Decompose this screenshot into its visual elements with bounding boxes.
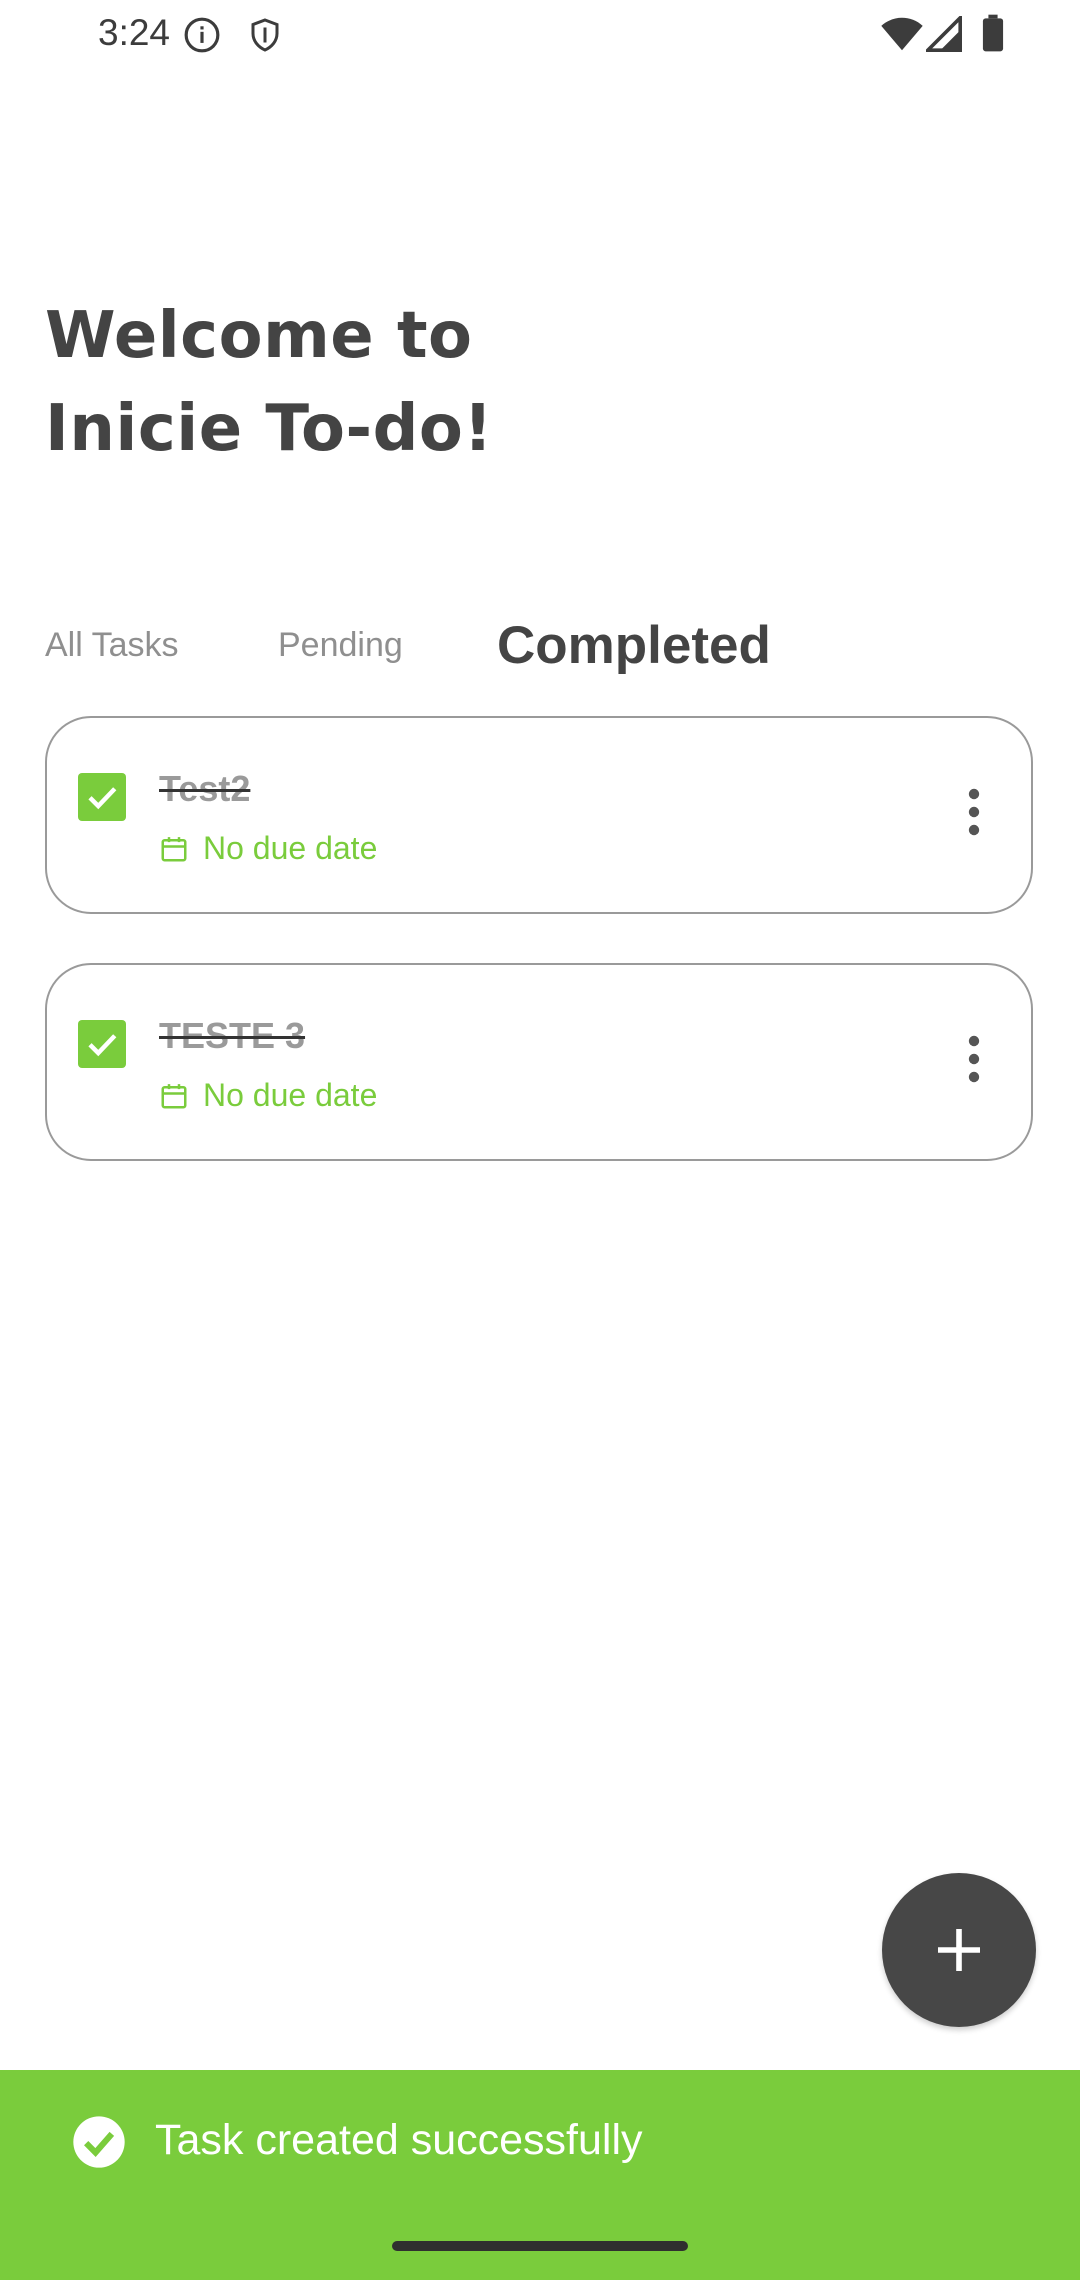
task-title: TESTE 3 bbox=[159, 1015, 306, 1056]
page-title: Welcome to Inicie To-do! bbox=[45, 290, 493, 476]
shield-icon bbox=[247, 16, 283, 59]
task-title: Test2 bbox=[159, 768, 251, 809]
gesture-nav-handle[interactable] bbox=[392, 2241, 688, 2251]
tab-all-tasks[interactable]: All Tasks bbox=[45, 605, 179, 685]
more-vert-icon bbox=[968, 1035, 980, 1083]
calendar-icon bbox=[159, 833, 189, 865]
page-title-line1: Welcome to bbox=[45, 299, 473, 373]
task-due-label: No due date bbox=[203, 830, 378, 866]
signal-icon bbox=[923, 13, 962, 57]
task-card[interactable]: TESTE 3 No due date bbox=[45, 963, 1033, 1161]
more-vert-icon bbox=[968, 788, 980, 836]
snackbar-message: Task created successfully bbox=[155, 2116, 643, 2164]
add-task-button[interactable] bbox=[882, 1873, 1036, 2027]
status-bar: 3:24 bbox=[0, 0, 1080, 70]
check-icon bbox=[88, 787, 117, 810]
info-icon bbox=[183, 16, 221, 59]
task-checkbox[interactable] bbox=[78, 773, 126, 821]
more-options-button[interactable] bbox=[959, 1029, 989, 1089]
task-card[interactable]: Test2 No due date bbox=[45, 716, 1033, 914]
more-options-button[interactable] bbox=[959, 782, 989, 842]
app-screen: 3:24 Welcome to Inicie To-do! All Tasks … bbox=[0, 0, 1080, 2280]
task-filter-tabs: All Tasks Pending Completed bbox=[45, 605, 1045, 685]
battery-icon bbox=[982, 14, 1004, 57]
task-due-label: No due date bbox=[203, 1077, 378, 1113]
wifi-icon bbox=[880, 16, 924, 57]
task-checkbox[interactable] bbox=[78, 1020, 126, 1068]
task-due-date: No due date bbox=[159, 830, 377, 867]
tab-pending[interactable]: Pending bbox=[278, 605, 403, 685]
check-circle-icon bbox=[73, 2116, 125, 2168]
calendar-icon bbox=[159, 1080, 189, 1112]
status-time: 3:24 bbox=[98, 12, 171, 53]
plus-icon bbox=[938, 1929, 980, 1971]
tab-completed[interactable]: Completed bbox=[497, 605, 771, 685]
page-title-line2: Inicie To-do! bbox=[45, 392, 494, 466]
check-icon bbox=[88, 1034, 117, 1057]
task-due-date: No due date bbox=[159, 1077, 377, 1114]
